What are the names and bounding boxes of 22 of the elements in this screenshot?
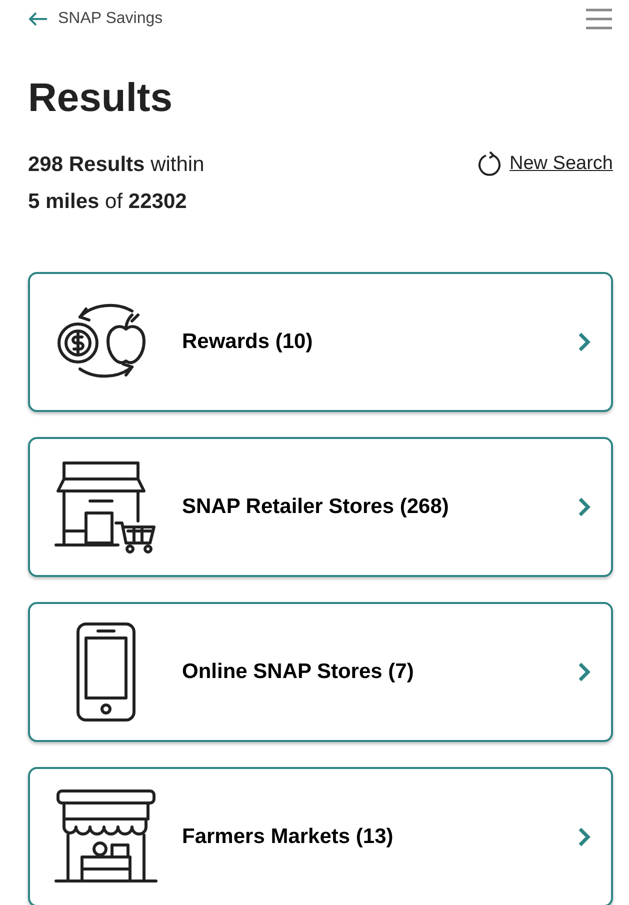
refresh-icon xyxy=(476,150,504,178)
category-card[interactable]: Online SNAP Stores (7) xyxy=(28,602,613,742)
back-link[interactable]: SNAP Savings xyxy=(28,7,163,31)
category-label: Rewards (10) xyxy=(182,329,314,356)
chevron-right-icon xyxy=(577,496,591,518)
back-arrow-icon xyxy=(28,11,48,27)
chevron-right-icon xyxy=(577,826,591,848)
results-summary: 298 Results within xyxy=(28,152,204,178)
results-summary: 5 miles of 22302 xyxy=(28,189,188,215)
category-card[interactable]: Rewards (10) xyxy=(28,272,613,412)
category-card[interactable]: SNAP Retailer Stores (268) xyxy=(28,437,613,577)
chevron-right-icon xyxy=(577,331,591,353)
menu-button[interactable] xyxy=(585,7,613,31)
category-label: Farmers Markets (13) xyxy=(182,824,394,850)
chevron-right-icon xyxy=(577,661,591,683)
category-label: Online SNAP Stores (7) xyxy=(182,659,415,686)
new-search-link[interactable]: New Search xyxy=(476,150,613,178)
menu-icon xyxy=(585,8,613,30)
page-title: Results xyxy=(28,76,174,120)
category-card[interactable]: Farmers Markets (13) xyxy=(28,767,613,905)
category-label: SNAP Retailer Stores (268) xyxy=(182,494,450,520)
store-cart-icon xyxy=(54,459,158,555)
